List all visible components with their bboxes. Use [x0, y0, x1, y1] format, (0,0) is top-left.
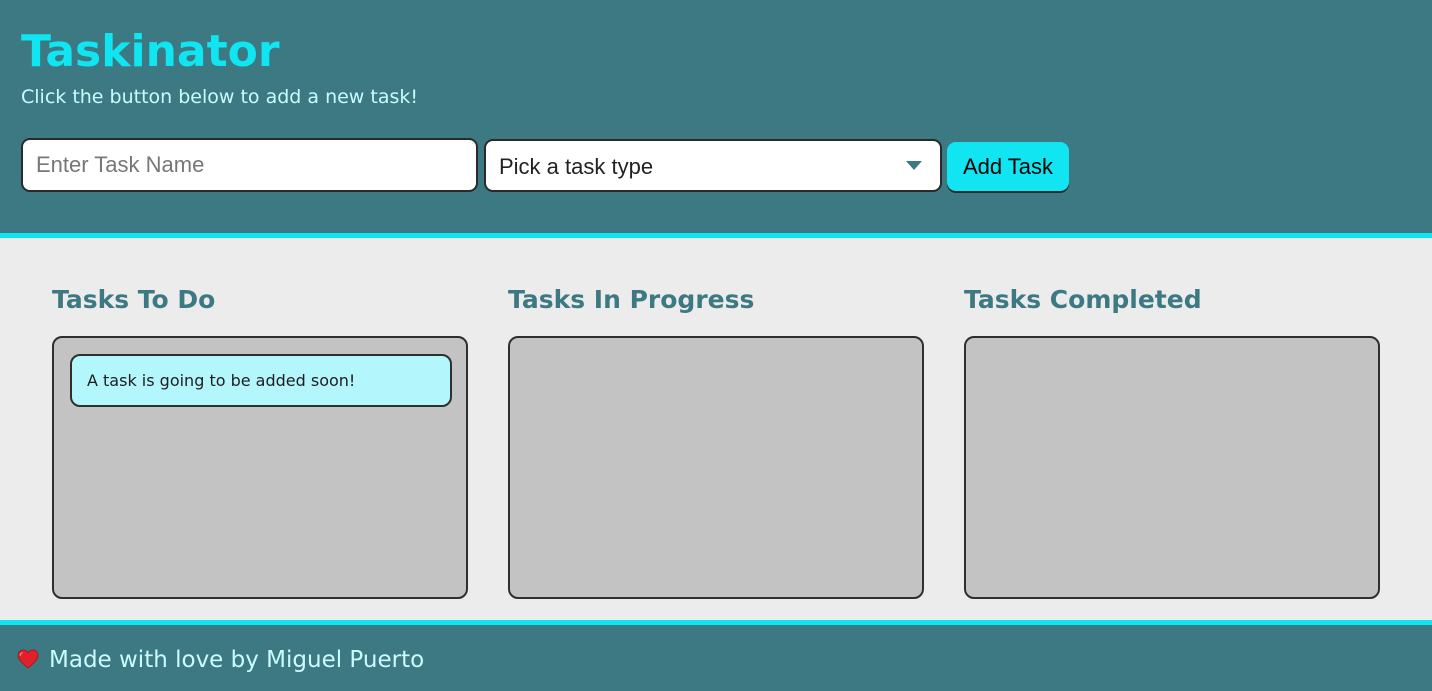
task-list-to-do[interactable]: A task is going to be added soon! [52, 336, 468, 599]
footer-credit: Made with love by Miguel Puerto [49, 647, 425, 673]
app-title: Taskinator [21, 26, 280, 77]
task-item[interactable]: A task is going to be added soon! [70, 354, 452, 407]
header-divider [0, 233, 1432, 238]
page-footer: Made with love by Miguel Puerto [0, 625, 1432, 691]
chevron-down-icon [906, 161, 922, 170]
heart-icon [17, 649, 39, 669]
task-list-in-progress[interactable] [508, 336, 924, 599]
column-title-completed: Tasks Completed [964, 285, 1202, 314]
page-header: Taskinator Click the button below to add… [0, 0, 1432, 233]
task-name-input[interactable] [21, 138, 478, 192]
add-task-button[interactable]: Add Task [947, 142, 1069, 191]
task-type-select[interactable]: Pick a task type [484, 139, 942, 192]
app-subtitle: Click the button below to add a new task… [21, 86, 418, 108]
column-title-to-do: Tasks To Do [52, 285, 216, 314]
task-list-completed[interactable] [964, 336, 1380, 599]
task-type-selected-value: Pick a task type [499, 154, 654, 179]
column-title-in-progress: Tasks In Progress [508, 285, 755, 314]
